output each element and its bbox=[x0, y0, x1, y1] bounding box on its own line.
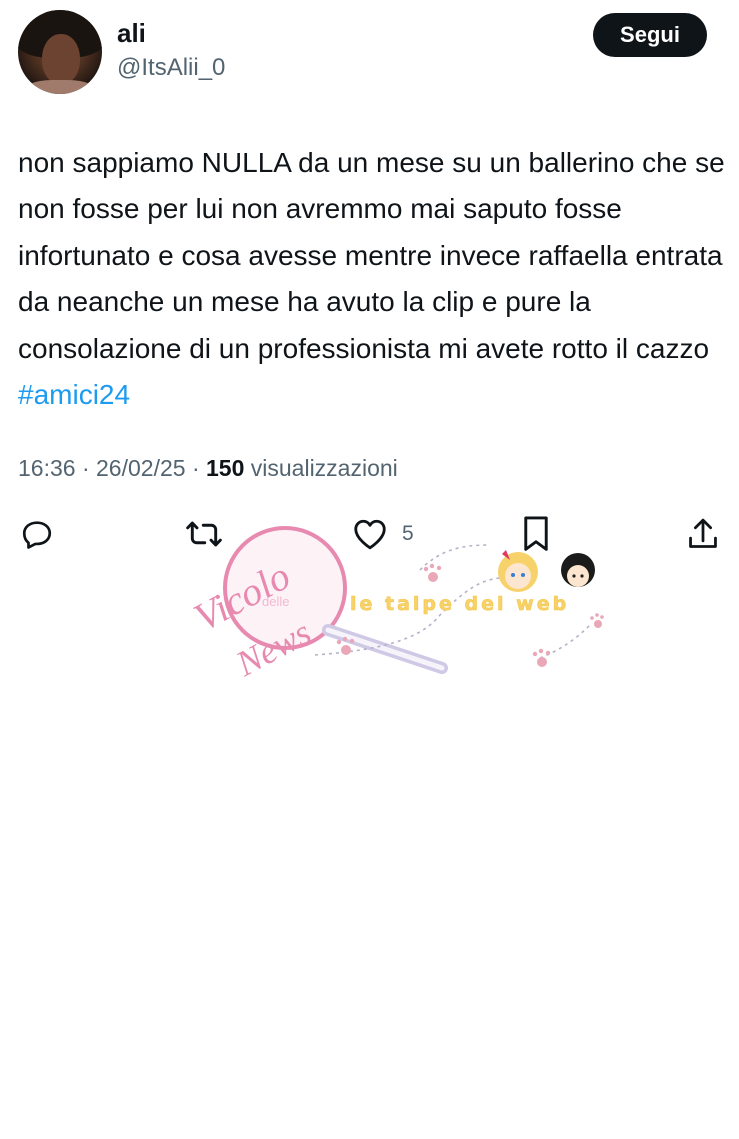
views-count: 150 bbox=[206, 455, 245, 481]
action-bar: 5 bbox=[0, 512, 739, 560]
share-button[interactable] bbox=[686, 512, 720, 556]
watermark-brand-text: delle bbox=[262, 594, 289, 609]
watermark-brand-text: Vicolo bbox=[187, 553, 298, 640]
meta-separator: · bbox=[191, 455, 200, 481]
meta-separator: · bbox=[81, 455, 90, 481]
tweet-body: non sappiamo NULLA da un mese su un ball… bbox=[18, 147, 725, 364]
watermark-brand-text: News bbox=[229, 612, 318, 680]
repost-button[interactable] bbox=[185, 512, 223, 556]
tweet-meta: 16:36 · 26/02/25 · 150 visualizzazioni bbox=[18, 451, 398, 485]
display-name[interactable]: ali bbox=[117, 18, 146, 48]
bookmark-icon bbox=[524, 516, 548, 551]
bookmark-button[interactable] bbox=[521, 512, 551, 556]
views-label: visualizzazioni bbox=[250, 455, 398, 481]
repost-icon bbox=[186, 521, 222, 547]
heart-icon bbox=[354, 519, 386, 550]
user-handle[interactable]: @ItsAlii_0 bbox=[117, 53, 225, 83]
share-icon bbox=[689, 518, 717, 548]
tweet-text: non sappiamo NULLA da un mese su un ball… bbox=[18, 140, 730, 418]
like-button[interactable]: 5 bbox=[352, 512, 414, 556]
avatar[interactable] bbox=[18, 10, 102, 94]
watermark-tagline: le talpe del web bbox=[350, 593, 569, 615]
reply-icon bbox=[22, 521, 52, 549]
tweet-date[interactable]: 26/02/25 bbox=[96, 455, 186, 481]
hashtag-link[interactable]: #amici24 bbox=[18, 379, 130, 410]
reply-button[interactable] bbox=[20, 512, 54, 556]
like-count: 5 bbox=[402, 522, 414, 545]
follow-button[interactable]: Segui bbox=[593, 13, 707, 57]
tweet-time[interactable]: 16:36 bbox=[18, 455, 76, 481]
